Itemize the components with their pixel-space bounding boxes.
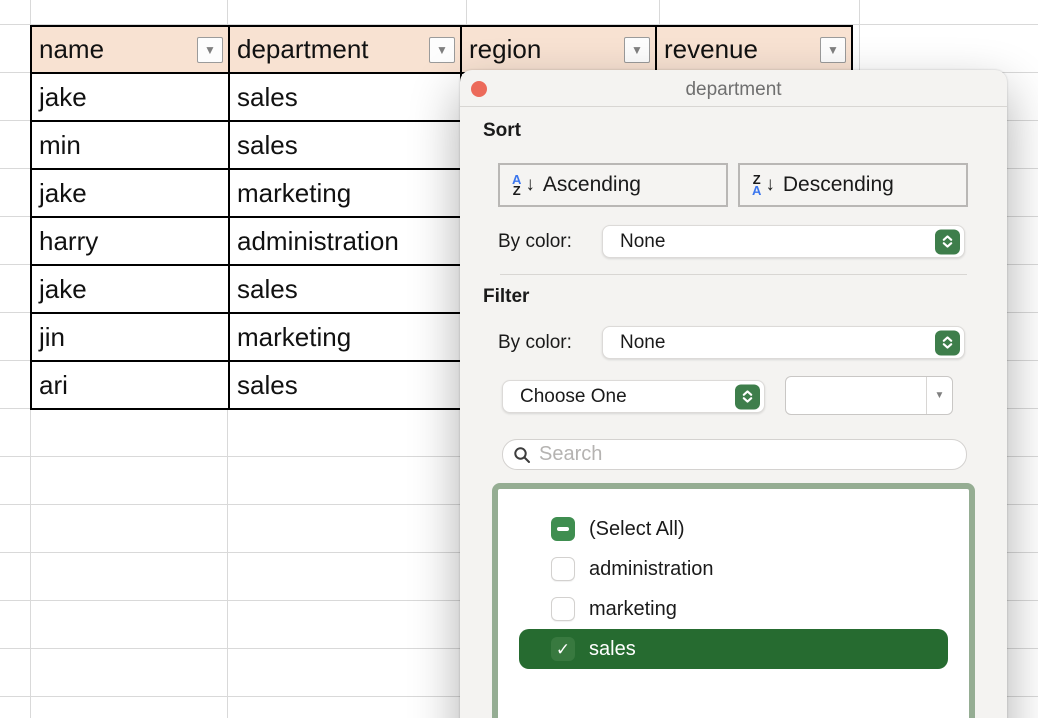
cell-name[interactable]: harry — [31, 217, 229, 265]
sort-heading: Sort — [483, 120, 521, 142]
cell-name[interactable]: jake — [31, 169, 229, 217]
filter-by-color-label: By color: — [498, 332, 572, 354]
column-header-name[interactable]: name ▼ — [31, 26, 229, 73]
sort-by-color-dropdown[interactable]: None — [602, 225, 965, 258]
stepper-icon — [935, 229, 960, 254]
dropdown-arrow-icon: ▼ — [631, 44, 643, 56]
filter-dropdown-button-department[interactable]: ▼ — [429, 37, 455, 63]
cell-name[interactable]: jin — [31, 313, 229, 361]
combo-dropdown-button[interactable]: ▼ — [926, 377, 952, 414]
filter-dropdown-button-name[interactable]: ▼ — [197, 37, 223, 63]
stepper-icon — [935, 330, 960, 355]
sort-descending-label: Descending — [783, 173, 894, 197]
cell-name[interactable]: min — [31, 121, 229, 169]
list-item-sales[interactable]: ✓ sales — [519, 629, 948, 669]
cell-department[interactable]: sales — [229, 265, 461, 313]
dropdown-arrow-icon: ▼ — [204, 44, 216, 56]
table-header-row: name ▼ department ▼ region ▼ revenue ▼ — [31, 26, 852, 73]
filter-dropdown-button-region[interactable]: ▼ — [624, 37, 650, 63]
cell-department[interactable]: marketing — [229, 169, 461, 217]
list-item-label: marketing — [589, 598, 677, 621]
list-item-administration[interactable]: administration — [519, 549, 948, 589]
sort-az-icon: A Z — [512, 174, 521, 196]
cell-department[interactable]: administration — [229, 217, 461, 265]
down-arrow-icon: ↓ — [765, 174, 775, 196]
sort-ascending-button[interactable]: A Z ↓ Ascending — [498, 163, 728, 207]
list-item-select-all[interactable]: (Select All) — [519, 509, 948, 549]
stepper-icon — [735, 384, 760, 409]
column-header-region[interactable]: region ▼ — [461, 26, 656, 73]
down-arrow-icon: ↓ — [525, 174, 535, 196]
cell-department[interactable]: sales — [229, 361, 461, 409]
filter-heading: Filter — [483, 286, 529, 308]
list-item-marketing[interactable]: marketing — [519, 589, 948, 629]
checkbox-unchecked-icon[interactable] — [551, 557, 575, 581]
column-header-department[interactable]: department ▼ — [229, 26, 461, 73]
sort-descending-button[interactable]: Z A ↓ Descending — [738, 163, 968, 207]
column-header-label: region — [469, 34, 541, 64]
dropdown-arrow-icon: ▼ — [827, 44, 839, 56]
cell-name[interactable]: jake — [31, 73, 229, 121]
sort-by-color-value: None — [620, 231, 665, 253]
checkbox-indeterminate-icon[interactable] — [551, 517, 575, 541]
dropdown-arrow-icon: ▼ — [436, 44, 448, 56]
checkbox-unchecked-icon[interactable] — [551, 597, 575, 621]
column-header-revenue[interactable]: revenue ▼ — [656, 26, 852, 73]
search-input[interactable] — [539, 443, 956, 466]
cell-name[interactable]: jake — [31, 265, 229, 313]
sort-by-color-label: By color: — [498, 231, 572, 253]
filter-condition-dropdown[interactable]: Choose One — [502, 380, 765, 413]
cell-department[interactable]: marketing — [229, 313, 461, 361]
filter-by-color-dropdown[interactable]: None — [602, 326, 965, 359]
sort-ascending-label: Ascending — [543, 173, 641, 197]
section-divider — [500, 274, 967, 275]
sort-za-icon: Z A — [752, 174, 761, 196]
dialog-title: department — [460, 79, 1007, 101]
cell-department[interactable]: sales — [229, 73, 461, 121]
search-field — [502, 439, 967, 470]
filter-values-list: (Select All) administration marketing ✓ … — [492, 483, 975, 718]
filter-value-input[interactable] — [786, 377, 926, 414]
search-icon — [513, 446, 531, 464]
filter-value-combobox: ▼ — [785, 376, 953, 415]
list-item-label: administration — [589, 558, 714, 581]
filter-by-color-value: None — [620, 332, 665, 354]
column-header-label: revenue — [664, 34, 758, 64]
cell-name[interactable]: ari — [31, 361, 229, 409]
checkbox-checked-icon[interactable]: ✓ — [551, 637, 575, 661]
list-item-label: (Select All) — [589, 518, 685, 541]
dropdown-arrow-icon: ▼ — [935, 390, 945, 401]
spreadsheet-canvas: name ▼ department ▼ region ▼ revenue ▼ j… — [0, 0, 1038, 718]
column-header-label: name — [39, 34, 104, 64]
filter-condition-value: Choose One — [520, 386, 627, 408]
filter-dropdown-button-revenue[interactable]: ▼ — [820, 37, 846, 63]
filter-dialog: department Sort A Z ↓ Ascending Z A ↓ De… — [460, 70, 1007, 718]
list-item-label: sales — [589, 638, 636, 661]
column-header-label: department — [237, 34, 369, 64]
dialog-titlebar[interactable]: department — [460, 70, 1007, 107]
cell-department[interactable]: sales — [229, 121, 461, 169]
